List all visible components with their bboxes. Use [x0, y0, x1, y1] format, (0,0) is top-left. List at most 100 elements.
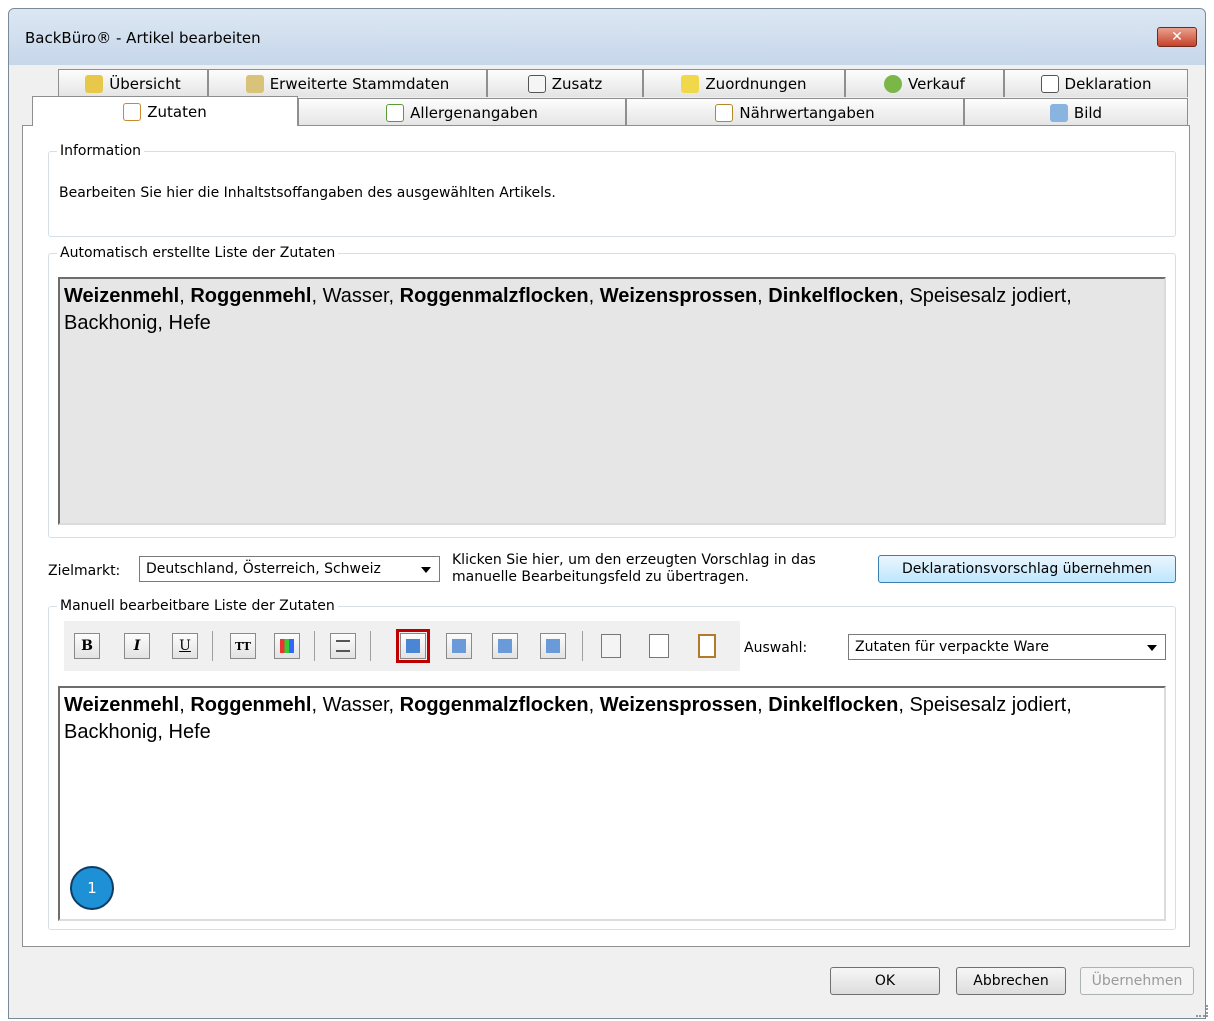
ingredient-separator: ,: [388, 285, 400, 307]
align-right-button[interactable]: [492, 633, 518, 659]
tab-bild[interactable]: Bild: [964, 98, 1188, 126]
ingredients-icon: [123, 102, 142, 121]
color-button[interactable]: [274, 633, 300, 659]
justify-icon: [546, 639, 560, 653]
tab-erweiterte-stammdaten[interactable]: Erweiterte Stammdaten: [208, 69, 487, 97]
ingredient-separator: ,: [157, 312, 169, 334]
toolbar-separator: [582, 631, 583, 661]
align-right-icon: [498, 639, 512, 653]
tab-zusatz[interactable]: Zusatz: [487, 69, 643, 97]
ingredient-separator: ,: [1066, 694, 1072, 716]
auswahl-label: Auswahl:: [744, 640, 808, 656]
clipboard-icon: [698, 634, 716, 658]
extra-icon: [527, 74, 546, 93]
ingredient-item: Weizenmehl: [64, 694, 180, 716]
list-icon: [336, 640, 350, 652]
ingredient-item: Dinkelflocken: [768, 694, 899, 716]
information-text: Bearbeiten Sie hier die Inhaltstsoffanga…: [59, 185, 556, 201]
cut-button[interactable]: [646, 633, 672, 659]
ingredient-list: Weizenmehl, Roggenmehl, Wasser, Roggenma…: [64, 285, 1072, 334]
ingredient-separator: ,: [588, 694, 600, 716]
underline-button[interactable]: U: [172, 633, 198, 659]
tab-zuordnungen[interactable]: Zuordnungen: [643, 69, 845, 97]
tab-label: Zutaten: [147, 102, 207, 121]
ingredient-separator: ,: [157, 721, 169, 743]
resize-grip[interactable]: [1196, 1005, 1208, 1017]
tab-naehrwertangaben[interactable]: Nährwertangaben: [626, 98, 964, 126]
ingredient-separator: ,: [588, 285, 600, 307]
tab-verkauf[interactable]: Verkauf: [845, 69, 1004, 97]
ok-button[interactable]: OK: [830, 967, 940, 995]
tab-label: Übersicht: [109, 74, 181, 93]
auswahl-value: Zutaten für verpackte Ware: [855, 639, 1050, 655]
tab-label: Deklaration: [1064, 74, 1152, 93]
window-title: BackBüro® - Artikel bearbeiten: [25, 29, 261, 47]
allergen-icon: [386, 103, 405, 122]
ingredient-item: Wasser: [322, 285, 389, 307]
italic-button[interactable]: I: [124, 633, 150, 659]
nutrition-icon: [715, 103, 734, 122]
tab-label: Nährwertangaben: [739, 103, 875, 122]
format-toolbar: B I U TT: [64, 621, 740, 671]
apply-proposal-button[interactable]: Deklarationsvorschlag übernehmen: [878, 555, 1176, 583]
sale-icon: [884, 74, 903, 93]
information-legend: Information: [60, 143, 142, 159]
justify-button[interactable]: [540, 633, 566, 659]
ingredient-item: Hefe: [168, 721, 211, 743]
master-data-icon: [245, 74, 264, 93]
copy-button[interactable]: [598, 633, 624, 659]
ingredient-separator: ,: [179, 285, 191, 307]
bold-button[interactable]: B: [74, 633, 100, 659]
image-icon: [1049, 103, 1068, 122]
auto-list-legend: Automatisch erstellte Liste der Zutaten: [60, 245, 336, 261]
ingredient-separator: ,: [898, 694, 910, 716]
ingredient-item: Speisesalz jodiert: [909, 285, 1067, 307]
tab-row-1: Übersicht Erweiterte Stammdaten Zusatz Z…: [22, 69, 1188, 97]
cancel-button[interactable]: Abbrechen: [956, 967, 1066, 995]
ingredient-item: Weizensprossen: [599, 694, 758, 716]
ingredient-item: Dinkelflocken: [768, 285, 899, 307]
font-button[interactable]: TT: [230, 633, 256, 659]
ingredient-separator: ,: [388, 694, 400, 716]
tab-label: Zuordnungen: [705, 74, 807, 93]
ingredient-item: Roggenmehl: [190, 285, 312, 307]
manual-list-legend: Manuell bearbeitbare Liste der Zutaten: [60, 598, 335, 614]
align-center-button[interactable]: [446, 633, 472, 659]
chevron-down-icon: [421, 567, 431, 573]
toolbar-separator: [314, 631, 315, 661]
ingredient-item: Roggenmehl: [190, 694, 312, 716]
align-left-button[interactable]: [396, 629, 430, 663]
zielmarkt-value: Deutschland, Österreich, Schweiz: [146, 561, 381, 577]
ingredient-separator: ,: [311, 694, 323, 716]
align-center-icon: [452, 639, 466, 653]
ingredient-list: Weizenmehl, Roggenmehl, Wasser, Roggenma…: [64, 694, 1072, 743]
tab-label: Zusatz: [551, 74, 603, 93]
auswahl-select[interactable]: Zutaten für verpackte Ware: [848, 634, 1166, 660]
tab-label: Allergenangaben: [410, 103, 538, 122]
zielmarkt-select[interactable]: Deutschland, Österreich, Schweiz: [139, 556, 440, 582]
ingredient-item: Weizenmehl: [64, 285, 180, 307]
ingredient-item: Backhonig: [64, 312, 158, 334]
tab-deklaration[interactable]: Deklaration: [1004, 69, 1188, 97]
tab-zutaten[interactable]: Zutaten: [32, 96, 298, 126]
close-button[interactable]: ✕: [1157, 27, 1197, 47]
ingredient-separator: ,: [757, 285, 769, 307]
toolbar-separator: [212, 631, 213, 661]
ingredient-item: Hefe: [168, 312, 211, 334]
overview-icon: [85, 74, 104, 93]
tab-uebersicht[interactable]: Übersicht: [58, 69, 208, 97]
annotation-badge: 1: [70, 866, 114, 910]
color-palette-icon: [280, 639, 294, 653]
copy-icon: [601, 634, 621, 658]
paste-button[interactable]: [694, 633, 720, 659]
title-bar[interactable]: BackBüro® - Artikel bearbeiten ✕: [9, 9, 1205, 65]
apply-button[interactable]: Übernehmen: [1080, 967, 1194, 995]
manual-ingredients-editor[interactable]: Weizenmehl, Roggenmehl, Wasser, Roggenma…: [58, 686, 1166, 921]
tab-allergenangaben[interactable]: Allergenangaben: [298, 98, 626, 126]
bullet-list-button[interactable]: [330, 633, 356, 659]
declaration-icon: [1040, 74, 1059, 93]
ingredient-item: Weizensprossen: [599, 285, 758, 307]
ingredient-item: Speisesalz jodiert: [909, 694, 1067, 716]
tab-label: Bild: [1073, 103, 1103, 122]
tab-row-2: Zutaten Allergenangaben Nährwertangaben …: [22, 96, 1188, 126]
